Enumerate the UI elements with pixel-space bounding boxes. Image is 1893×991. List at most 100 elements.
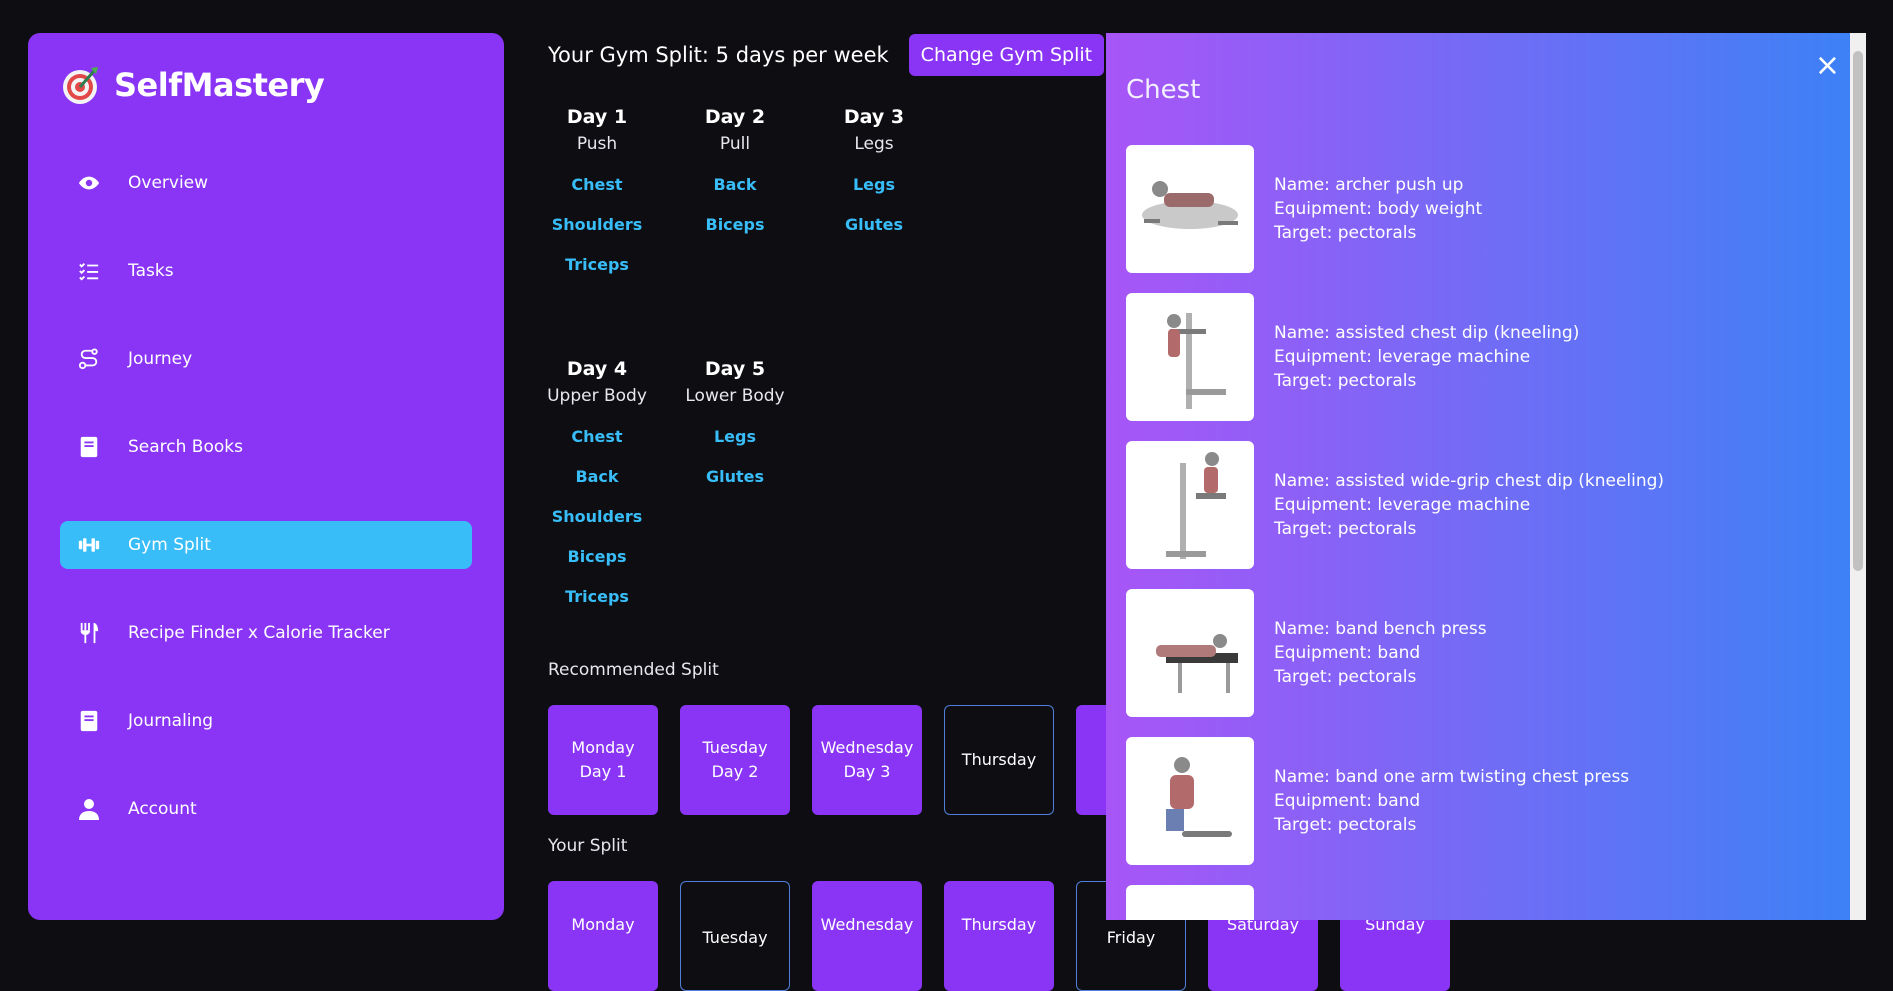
sidebar-item-overview[interactable]: Overview (60, 159, 472, 207)
sidebar-item-journaling[interactable]: Journaling (60, 697, 472, 745)
exercise-image (1126, 589, 1254, 717)
recommended-day-tile[interactable]: Wednesday Day 3 (812, 705, 922, 815)
muscle-link[interactable]: Back (665, 175, 805, 194)
page-title: Your Gym Split: 5 days per week (548, 43, 889, 67)
exercise-target: Target: pectorals (1274, 667, 1417, 687)
exercise-target: Target: pectorals (1274, 223, 1417, 243)
sidebar-item-journey[interactable]: Journey (60, 335, 472, 383)
your-split-label: Your Split (548, 836, 628, 856)
muscle-link[interactable]: Legs (804, 175, 944, 194)
muscle-link[interactable]: Back (527, 467, 667, 486)
exercise-item[interactable]: Name: assisted chest dip (kneeling) Equi… (1126, 293, 1579, 421)
sidebar-item-search-books[interactable]: Search Books (60, 423, 472, 471)
exercise-item[interactable]: Name: assisted wide-grip chest dip (knee… (1126, 441, 1664, 569)
exercise-image (1126, 145, 1254, 273)
sidebar-item-label: Search Books (128, 437, 243, 457)
exercise-equipment: Equipment: band (1274, 791, 1421, 811)
muscle-link[interactable]: Biceps (665, 215, 805, 234)
journal-icon (78, 710, 100, 732)
change-gym-split-button[interactable]: Change Gym Split (908, 34, 1105, 76)
target-icon (63, 67, 98, 104)
day-title: Day 4 (566, 358, 628, 380)
day-title: Day 5 (704, 358, 766, 380)
sidebar-item-tasks[interactable]: Tasks (60, 247, 472, 295)
day-type: Lower Body (685, 386, 785, 406)
exercise-details: Name: band one arm twisting chest press … (1274, 765, 1629, 837)
gym-split-header: Your Gym Split: 5 days per week Change G… (548, 34, 1105, 76)
muscle-link[interactable]: Shoulders (527, 215, 667, 234)
exercise-details: Name: assisted chest dip (kneeling) Equi… (1274, 321, 1579, 393)
exercise-equipment: Equipment: band (1274, 643, 1421, 663)
tile-day: Thursday (961, 915, 1037, 934)
day-card: Day 3 Legs Legs Glutes (804, 106, 944, 234)
muscle-link[interactable]: Shoulders (527, 507, 667, 526)
day-card: Day 4 Upper Body Chest Back Shoulders Bi… (527, 358, 667, 606)
dumbbell-icon (78, 534, 100, 556)
modal-scrollbar[interactable] (1850, 33, 1866, 920)
recommended-day-tile[interactable]: Monday Day 1 (548, 705, 658, 815)
recommended-day-tile[interactable]: Tuesday Day 2 (680, 705, 790, 815)
exercise-item[interactable]: Name: archer push up Equipment: body wei… (1126, 145, 1482, 273)
exercise-modal: Chest × Name: archer push up Equipment: … (1106, 33, 1866, 920)
tile-day: Tuesday (702, 928, 768, 947)
sidebar-item-label: Recipe Finder x Calorie Tracker (128, 623, 390, 643)
muscle-link[interactable]: Triceps (527, 255, 667, 274)
tile-day: Friday (1106, 928, 1156, 947)
day-type: Legs (854, 134, 894, 154)
muscle-link[interactable]: Biceps (527, 547, 667, 566)
day-type: Upper Body (547, 386, 647, 406)
your-split-day-tile[interactable]: Wednesday (812, 881, 922, 991)
scrollbar-thumb[interactable] (1853, 51, 1863, 571)
utensils-icon (78, 622, 100, 644)
tile-day: Tuesday (702, 738, 768, 757)
day-card: Day 5 Lower Body Legs Glutes (665, 358, 805, 486)
muscle-link[interactable]: Glutes (804, 215, 944, 234)
day-type: Pull (719, 134, 751, 154)
sidebar-item-account[interactable]: Account (60, 785, 472, 833)
your-split-day-tile[interactable]: Thursday (944, 881, 1054, 991)
day-title: Day 3 (843, 106, 905, 128)
sidebar-item-recipe-finder[interactable]: Recipe Finder x Calorie Tracker (60, 609, 472, 657)
tile-day: Wednesday (820, 915, 914, 934)
brand[interactable]: SelfMastery (60, 65, 325, 105)
tile-sub: Day 2 (711, 762, 759, 781)
muscle-link[interactable]: Chest (527, 427, 667, 446)
muscle-link[interactable]: Legs (665, 427, 805, 446)
sidebar-item-label: Gym Split (128, 535, 211, 555)
exercise-item[interactable] (1126, 885, 1254, 920)
exercise-details: Name: assisted wide-grip chest dip (knee… (1274, 469, 1664, 541)
exercise-target: Target: pectorals (1274, 371, 1417, 391)
sidebar-item-label: Journaling (128, 711, 214, 731)
tile-sub: Day 3 (843, 762, 891, 781)
brand-name: SelfMastery (114, 66, 325, 104)
tile-sub: Day 1 (579, 762, 627, 781)
sidebar-item-label: Overview (128, 173, 209, 193)
sidebar: SelfMastery Overview Tasks Journey Searc… (28, 33, 504, 920)
your-split-day-tile[interactable]: Monday (548, 881, 658, 991)
muscle-link[interactable]: Chest (527, 175, 667, 194)
sidebar-item-gym-split[interactable]: Gym Split (60, 521, 472, 569)
exercise-name: Name: assisted wide-grip chest dip (knee… (1274, 471, 1665, 491)
route-icon (78, 348, 100, 370)
day-title: Day 2 (704, 106, 766, 128)
exercise-item[interactable]: Name: band one arm twisting chest press … (1126, 737, 1629, 865)
sidebar-item-label: Journey (128, 349, 193, 369)
exercise-item[interactable]: Name: band bench press Equipment: band T… (1126, 589, 1487, 717)
close-icon[interactable]: × (1815, 51, 1840, 81)
user-icon (78, 798, 100, 820)
exercise-name: Name: band one arm twisting chest press (1274, 767, 1630, 787)
your-split-day-tile[interactable]: Tuesday (680, 881, 790, 991)
exercise-target: Target: pectorals (1274, 815, 1417, 835)
exercise-name: Name: archer push up (1274, 175, 1464, 195)
tile-day: Wednesday (820, 738, 914, 757)
tile-day: Monday (571, 738, 635, 757)
muscle-link[interactable]: Triceps (527, 587, 667, 606)
sidebar-item-label: Tasks (128, 261, 174, 281)
recommended-day-tile[interactable]: Thursday (944, 705, 1054, 815)
recommended-split-label: Recommended Split (548, 660, 719, 680)
exercise-image (1126, 441, 1254, 569)
tile-day: Monday (571, 915, 635, 934)
muscle-link[interactable]: Glutes (665, 467, 805, 486)
exercise-equipment: Equipment: leverage machine (1274, 347, 1531, 367)
exercise-details: Name: archer push up Equipment: body wei… (1274, 173, 1482, 245)
